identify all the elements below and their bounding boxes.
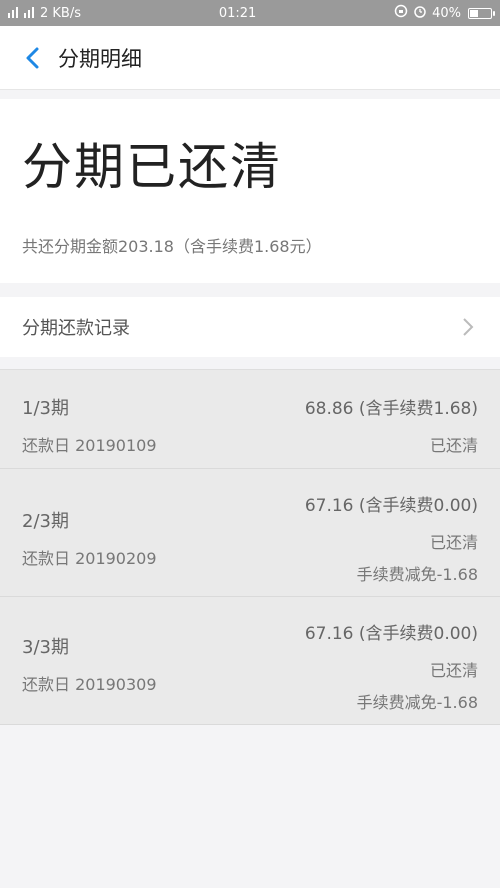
installment-amount: 67.16 (含手续费0.00) (304, 496, 478, 516)
installment-period: 3/3期 (22, 637, 69, 658)
status-left: 2 KB/s (8, 4, 81, 22)
repayment-record-label: 分期还款记录 (22, 318, 130, 339)
installment-status: 已还清 (429, 661, 478, 680)
summary-title: 分期已还清 (22, 138, 282, 196)
back-button[interactable] (12, 38, 52, 78)
battery-percent: 40% (432, 5, 461, 21)
network-speed: 2 KB/s (40, 5, 81, 21)
status-right: 40% (394, 4, 495, 22)
status-bar: 2 KB/s 01:21 40% (0, 0, 500, 26)
page-title: 分期明细 (58, 46, 142, 71)
installment-amount: 67.16 (含手续费0.00) (304, 624, 478, 644)
installment-date: 还款日 20190209 (22, 549, 157, 568)
repayment-record-link[interactable]: 分期还款记录 (0, 297, 500, 357)
installment-row: 1/3期 还款日 20190109 68.86 (含手续费1.68) 已还清 (0, 370, 500, 469)
installment-list: 1/3期 还款日 20190109 68.86 (含手续费1.68) 已还清 2… (0, 369, 500, 725)
installment-period: 1/3期 (22, 398, 69, 419)
installment-status: 已还清 (429, 436, 478, 455)
installment-amount: 68.86 (含手续费1.68) (304, 399, 478, 419)
installment-fee-waiver: 手续费减免-1.68 (356, 565, 478, 584)
chevron-left-icon (26, 47, 39, 68)
status-time: 01:21 (218, 5, 257, 21)
installment-row: 3/3期 还款日 20190309 67.16 (含手续费0.00) 已还清 手… (0, 597, 500, 725)
summary-subtitle: 共还分期金额203.18（含手续费1.68元） (22, 237, 322, 256)
alarm-icon (413, 4, 427, 22)
chevron-right-icon (463, 318, 474, 336)
installment-date: 还款日 20190309 (22, 675, 157, 694)
installment-row: 2/3期 还款日 20190209 67.16 (含手续费0.00) 已还清 手… (0, 469, 500, 597)
installment-period: 2/3期 (22, 511, 69, 532)
installment-status: 已还清 (429, 533, 478, 552)
app-header: 分期明细 (0, 26, 500, 90)
summary-card: 分期已还清 共还分期金额203.18（含手续费1.68元） (0, 99, 500, 283)
lock-rotation-icon (394, 4, 408, 22)
battery-icon (468, 7, 495, 19)
installment-date: 还款日 20190109 (22, 436, 157, 455)
signal-icon (8, 4, 36, 22)
installment-fee-waiver: 手续费减免-1.68 (356, 693, 478, 712)
